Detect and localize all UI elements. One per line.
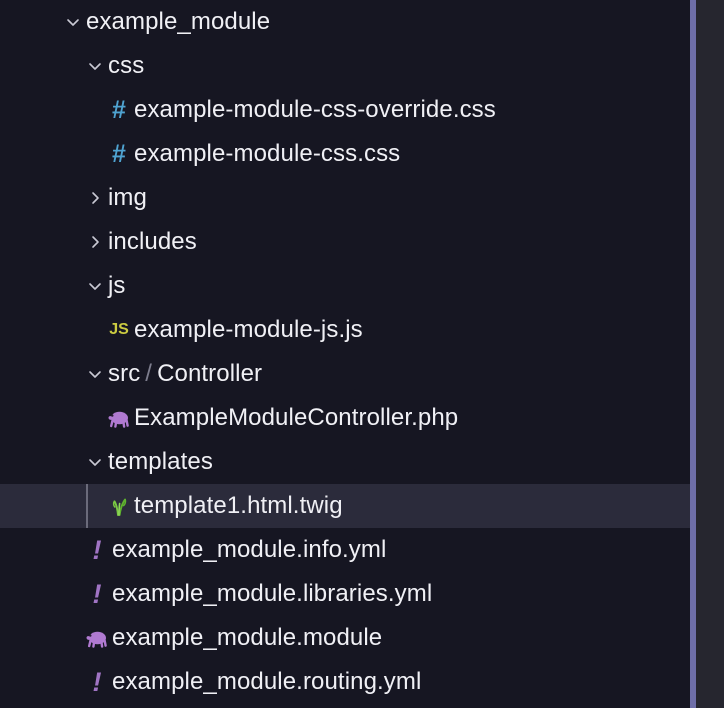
tree-item-label: example-module-css.css [134,140,401,167]
tree-item-sublabel: Controller [157,360,263,387]
tree-file-row[interactable]: template1.html.twig [0,484,690,528]
indent-guide [86,484,88,528]
css-file-icon: # [112,139,126,168]
tree-folder-row[interactable]: img [0,176,690,220]
tree-file-row[interactable]: JS example-module-js.js [0,308,690,352]
tree-item-label: example_module [86,8,271,35]
tree-item-label: example-module-js.js [134,316,363,343]
file-explorer-panel: example_modulecss # example-module-css-ove… [0,0,724,708]
tree-folder-row[interactable]: css [0,44,690,88]
chevron-down-icon[interactable] [82,264,108,308]
yaml-file-icon: ! [92,666,102,697]
right-gutter [696,0,724,708]
path-separator-glyph: / [145,360,153,387]
tree-item-label: example_module.info.yml [112,536,387,563]
tree-item-label: example_module.libraries.yml [112,580,433,607]
tree-item-label: example_module.routing.yml [112,668,422,695]
tree-item-label: templates [108,448,213,475]
tree-file-row[interactable]: ! example_module.routing.yml [0,660,690,704]
tree-folder-row[interactable]: example_module [0,0,690,44]
php-file-icon [82,616,112,660]
tree-file-row[interactable]: # example-module-css-override.css [0,88,690,132]
file-tree[interactable]: example_modulecss # example-module-css-ove… [0,0,690,708]
chevron-down-icon[interactable] [82,44,108,88]
tree-folder-row[interactable]: includes [0,220,690,264]
chevron-right-icon[interactable] [82,220,108,264]
tree-file-row[interactable]: # example-module-css.css [0,132,690,176]
tree-file-row[interactable]: ! example_module.libraries.yml [0,572,690,616]
yaml-file-icon: ! [92,534,102,565]
tree-file-row[interactable]: ExampleModuleController.php [0,396,690,440]
chevron-down-icon[interactable] [60,0,86,44]
chevron-down-icon[interactable] [82,440,108,484]
tree-item-label: ExampleModuleController.php [134,404,459,431]
yaml-file-icon: ! [92,578,102,609]
tree-item-label: example-module-css-override.css [134,96,496,123]
twig-file-icon [104,484,134,528]
tree-item-label: includes [108,228,197,255]
tree-item-label: css [108,52,145,79]
chevron-down-icon[interactable] [82,352,108,396]
tree-file-row[interactable]: ! example_module.info.yml [0,528,690,572]
js-file-icon: JS [109,321,129,338]
php-file-icon [104,396,134,440]
tree-folder-row[interactable]: src / Controller [0,352,690,396]
tree-item-label: img [108,184,147,211]
chevron-right-icon[interactable] [82,176,108,220]
tree-item-label: example_module.module [112,624,383,651]
tree-item-label: template1.html.twig [134,492,343,519]
css-file-icon: # [112,95,126,124]
tree-item-label: src [108,360,141,387]
tree-folder-row[interactable]: templates [0,440,690,484]
path-separator: / [140,360,157,388]
tree-item-label: js [108,272,126,299]
tree-file-row[interactable]: example_module.module [0,616,690,660]
tree-folder-row[interactable]: js [0,264,690,308]
